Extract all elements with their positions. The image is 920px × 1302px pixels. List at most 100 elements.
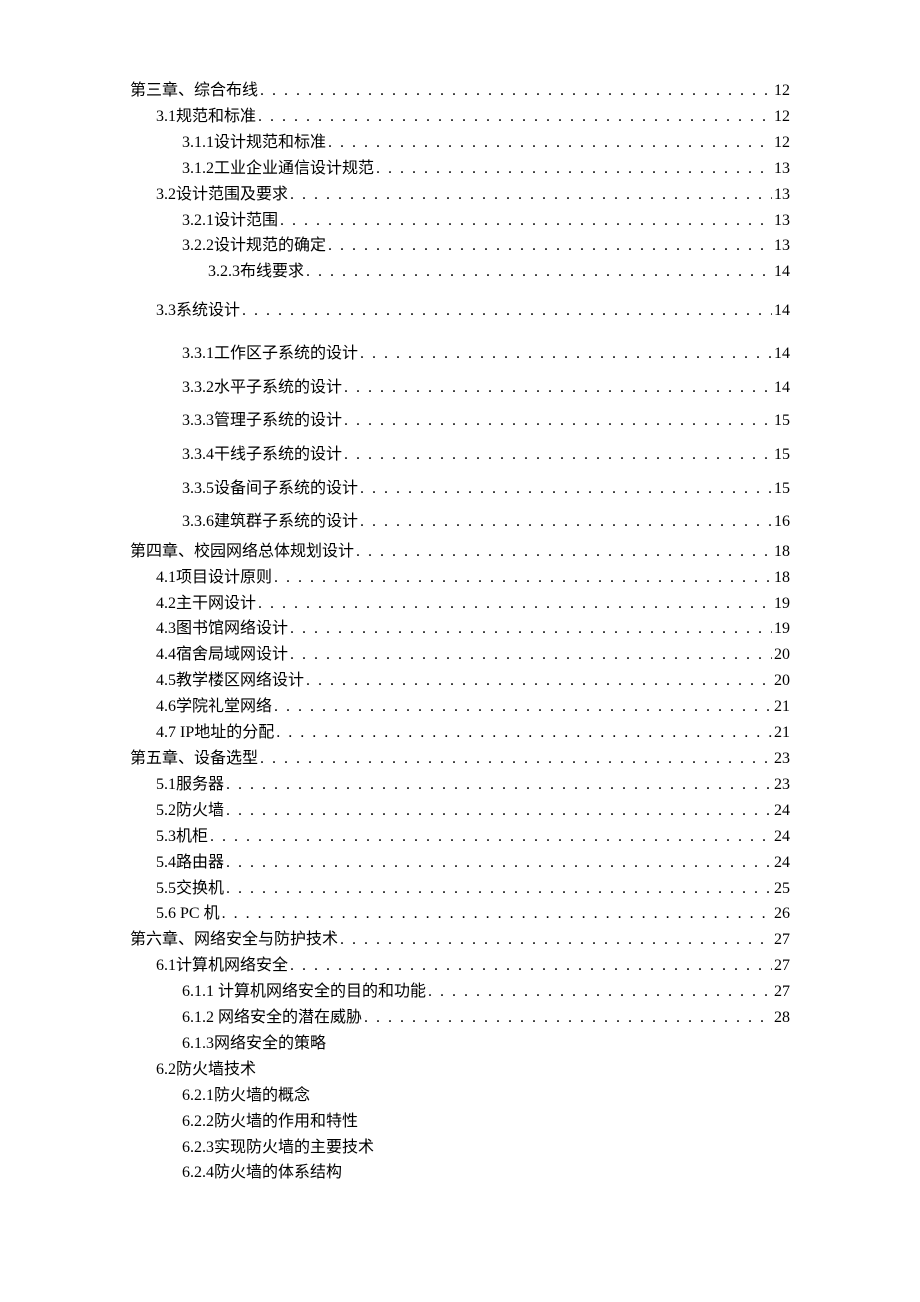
toc-entry-page: 23 — [772, 772, 790, 798]
toc-leader-dots — [272, 565, 772, 591]
toc-entry-title: 3.3.4干线子系统的设计 — [182, 438, 342, 472]
toc-entry-page: 13 — [772, 156, 790, 182]
toc-leader-dots — [358, 472, 772, 506]
toc-entry-title: 3.3.1工作区子系统的设计 — [182, 337, 358, 371]
toc-entry-page: 19 — [772, 616, 790, 642]
toc-entry: 4.1项目设计原则 18 — [130, 565, 790, 591]
toc-entry-page: 18 — [772, 565, 790, 591]
toc-entry-title: 第五章、设备选型 — [130, 746, 258, 772]
toc-entry-page: 14 — [772, 371, 790, 405]
toc-entry-page: 12 — [772, 104, 790, 130]
toc-entry-page: 18 — [772, 539, 790, 565]
toc-leader-dots — [208, 824, 772, 850]
toc-leader-dots — [358, 337, 772, 371]
toc-entry-title: 3.3系统设计 — [156, 298, 240, 324]
toc-entry-page: 23 — [772, 746, 790, 772]
toc-entry-page: 12 — [772, 130, 790, 156]
toc-leader-dots — [374, 156, 772, 182]
toc-entry: 3.2.3布线要求 14 — [130, 259, 790, 285]
toc-entry-title: 5.1服务器 — [156, 772, 224, 798]
toc-entry: 3.1规范和标准 12 — [130, 104, 790, 130]
toc-entry: 3.3.6建筑群子系统的设计 16 — [130, 505, 790, 539]
toc-entry-title: 3.2.1设计范围 — [182, 208, 278, 234]
toc-entry: 3.1.2工业企业通信设计规范 13 — [130, 156, 790, 182]
toc-entry: 6.2防火墙技术 — [130, 1057, 790, 1083]
toc-entry-page: 15 — [772, 438, 790, 472]
toc-entry: 4.3图书馆网络设计19 — [130, 616, 790, 642]
toc-leader-dots — [258, 78, 772, 104]
toc-entry-page: 24 — [772, 798, 790, 824]
toc-entry-page: 14 — [772, 337, 790, 371]
toc-entry-title: 6.1.1 计算机网络安全的目的和功能 — [182, 979, 426, 1005]
toc-entry: 5.6 PC 机 26 — [130, 901, 790, 927]
toc-leader-dots — [426, 979, 772, 1005]
toc-entry-title: 第六章、网络安全与防护技术 — [130, 927, 338, 953]
toc-entry-page: 27 — [772, 953, 790, 979]
toc-entry: 4.2主干网设计 19 — [130, 591, 790, 617]
toc-entry-title: 4.5教学楼区网络设计 — [156, 668, 304, 694]
toc-entry: 第三章、综合布线 12 — [130, 78, 790, 104]
toc-entry-page: 19 — [772, 591, 790, 617]
toc-entry-page: 15 — [772, 472, 790, 506]
toc-leader-dots — [278, 208, 772, 234]
toc-entry-page: 20 — [772, 642, 790, 668]
toc-leader-dots — [256, 104, 772, 130]
toc-entry-page: 14 — [772, 298, 790, 324]
toc-leader-dots — [224, 798, 772, 824]
toc-entry-page: 26 — [772, 901, 790, 927]
toc-leader-dots — [326, 130, 772, 156]
toc-entry-title: 5.4路由器 — [156, 850, 224, 876]
toc-entry: 4.7 IP地址的分配21 — [130, 720, 790, 746]
toc-entry: 6.2.2防火墙的作用和特性 — [130, 1109, 790, 1135]
toc-entry-title: 6.2.2防火墙的作用和特性 — [182, 1109, 358, 1135]
toc-entry-title: 3.3.2水平子系统的设计 — [182, 371, 342, 405]
toc-entry-page: 20 — [772, 668, 790, 694]
toc-entry: 4.6学院礼堂网络 21 — [130, 694, 790, 720]
toc-entry: 第四章、校园网络总体规划设计 18 — [130, 539, 790, 565]
toc-entry-title: 6.1计算机网络安全 — [156, 953, 288, 979]
toc-leader-dots — [224, 876, 772, 902]
toc-leader-dots — [288, 642, 772, 668]
toc-entry-title: 6.2防火墙技术 — [156, 1057, 256, 1083]
toc-entry-page: 24 — [772, 850, 790, 876]
toc-entry-page: 27 — [772, 927, 790, 953]
toc-entry: 3.3.1工作区子系统的设计 14 — [130, 337, 790, 371]
toc-entry: 6.2.1防火墙的概念 — [130, 1083, 790, 1109]
toc-entry: 3.2.2设计规范的确定 13 — [130, 233, 790, 259]
toc-leader-dots — [272, 694, 772, 720]
toc-leader-dots — [342, 371, 772, 405]
toc-entry-title: 4.1项目设计原则 — [156, 565, 272, 591]
toc-entry-title: 3.3.3管理子系统的设计 — [182, 404, 342, 438]
toc-entry: 6.2.4防火墙的体系结构 — [130, 1160, 790, 1186]
toc-entry: 3.3.3管理子系统的设计 15 — [130, 404, 790, 438]
toc-entry-page: 13 — [772, 182, 790, 208]
toc-entry-title: 6.1.2 网络安全的潜在威胁 — [182, 1005, 362, 1031]
toc-entry-page: 13 — [772, 233, 790, 259]
toc-entry-title: 3.1规范和标准 — [156, 104, 256, 130]
toc-leader-dots — [274, 720, 772, 746]
toc-entry: 5.3机柜 24 — [130, 824, 790, 850]
toc-entry-title: 6.2.4防火墙的体系结构 — [182, 1160, 342, 1186]
toc-entry-page: 21 — [772, 694, 790, 720]
toc-entry-title: 4.7 IP地址的分配 — [156, 720, 274, 746]
toc-entry-title: 4.6学院礼堂网络 — [156, 694, 272, 720]
toc-entry-title: 5.3机柜 — [156, 824, 208, 850]
toc-leader-dots — [288, 953, 772, 979]
toc-entry-page: 27 — [772, 979, 790, 1005]
toc-leader-dots — [220, 901, 772, 927]
toc-entry: 第五章、设备选型 23 — [130, 746, 790, 772]
toc-entry: 6.1.1 计算机网络安全的目的和功能 27 — [130, 979, 790, 1005]
toc-entry-page: 13 — [772, 208, 790, 234]
toc-entry-title: 5.6 PC 机 — [156, 901, 220, 927]
toc-entry: 3.2设计范围及要求13 — [130, 182, 790, 208]
toc-entry-title: 6.1.3网络安全的策略 — [182, 1031, 326, 1057]
toc-entry: 5.4路由器 24 — [130, 850, 790, 876]
toc-entry-title: 4.2主干网设计 — [156, 591, 256, 617]
toc-leader-dots — [342, 438, 772, 472]
toc-leader-dots — [358, 505, 772, 539]
toc-entry-page: 24 — [772, 824, 790, 850]
toc-entry: 3.2.1设计范围 13 — [130, 208, 790, 234]
toc-leader-dots — [224, 772, 772, 798]
toc-entry-title: 6.2.3实现防火墙的主要技术 — [182, 1135, 374, 1161]
toc-entry: 6.1.3网络安全的策略 — [130, 1031, 790, 1057]
